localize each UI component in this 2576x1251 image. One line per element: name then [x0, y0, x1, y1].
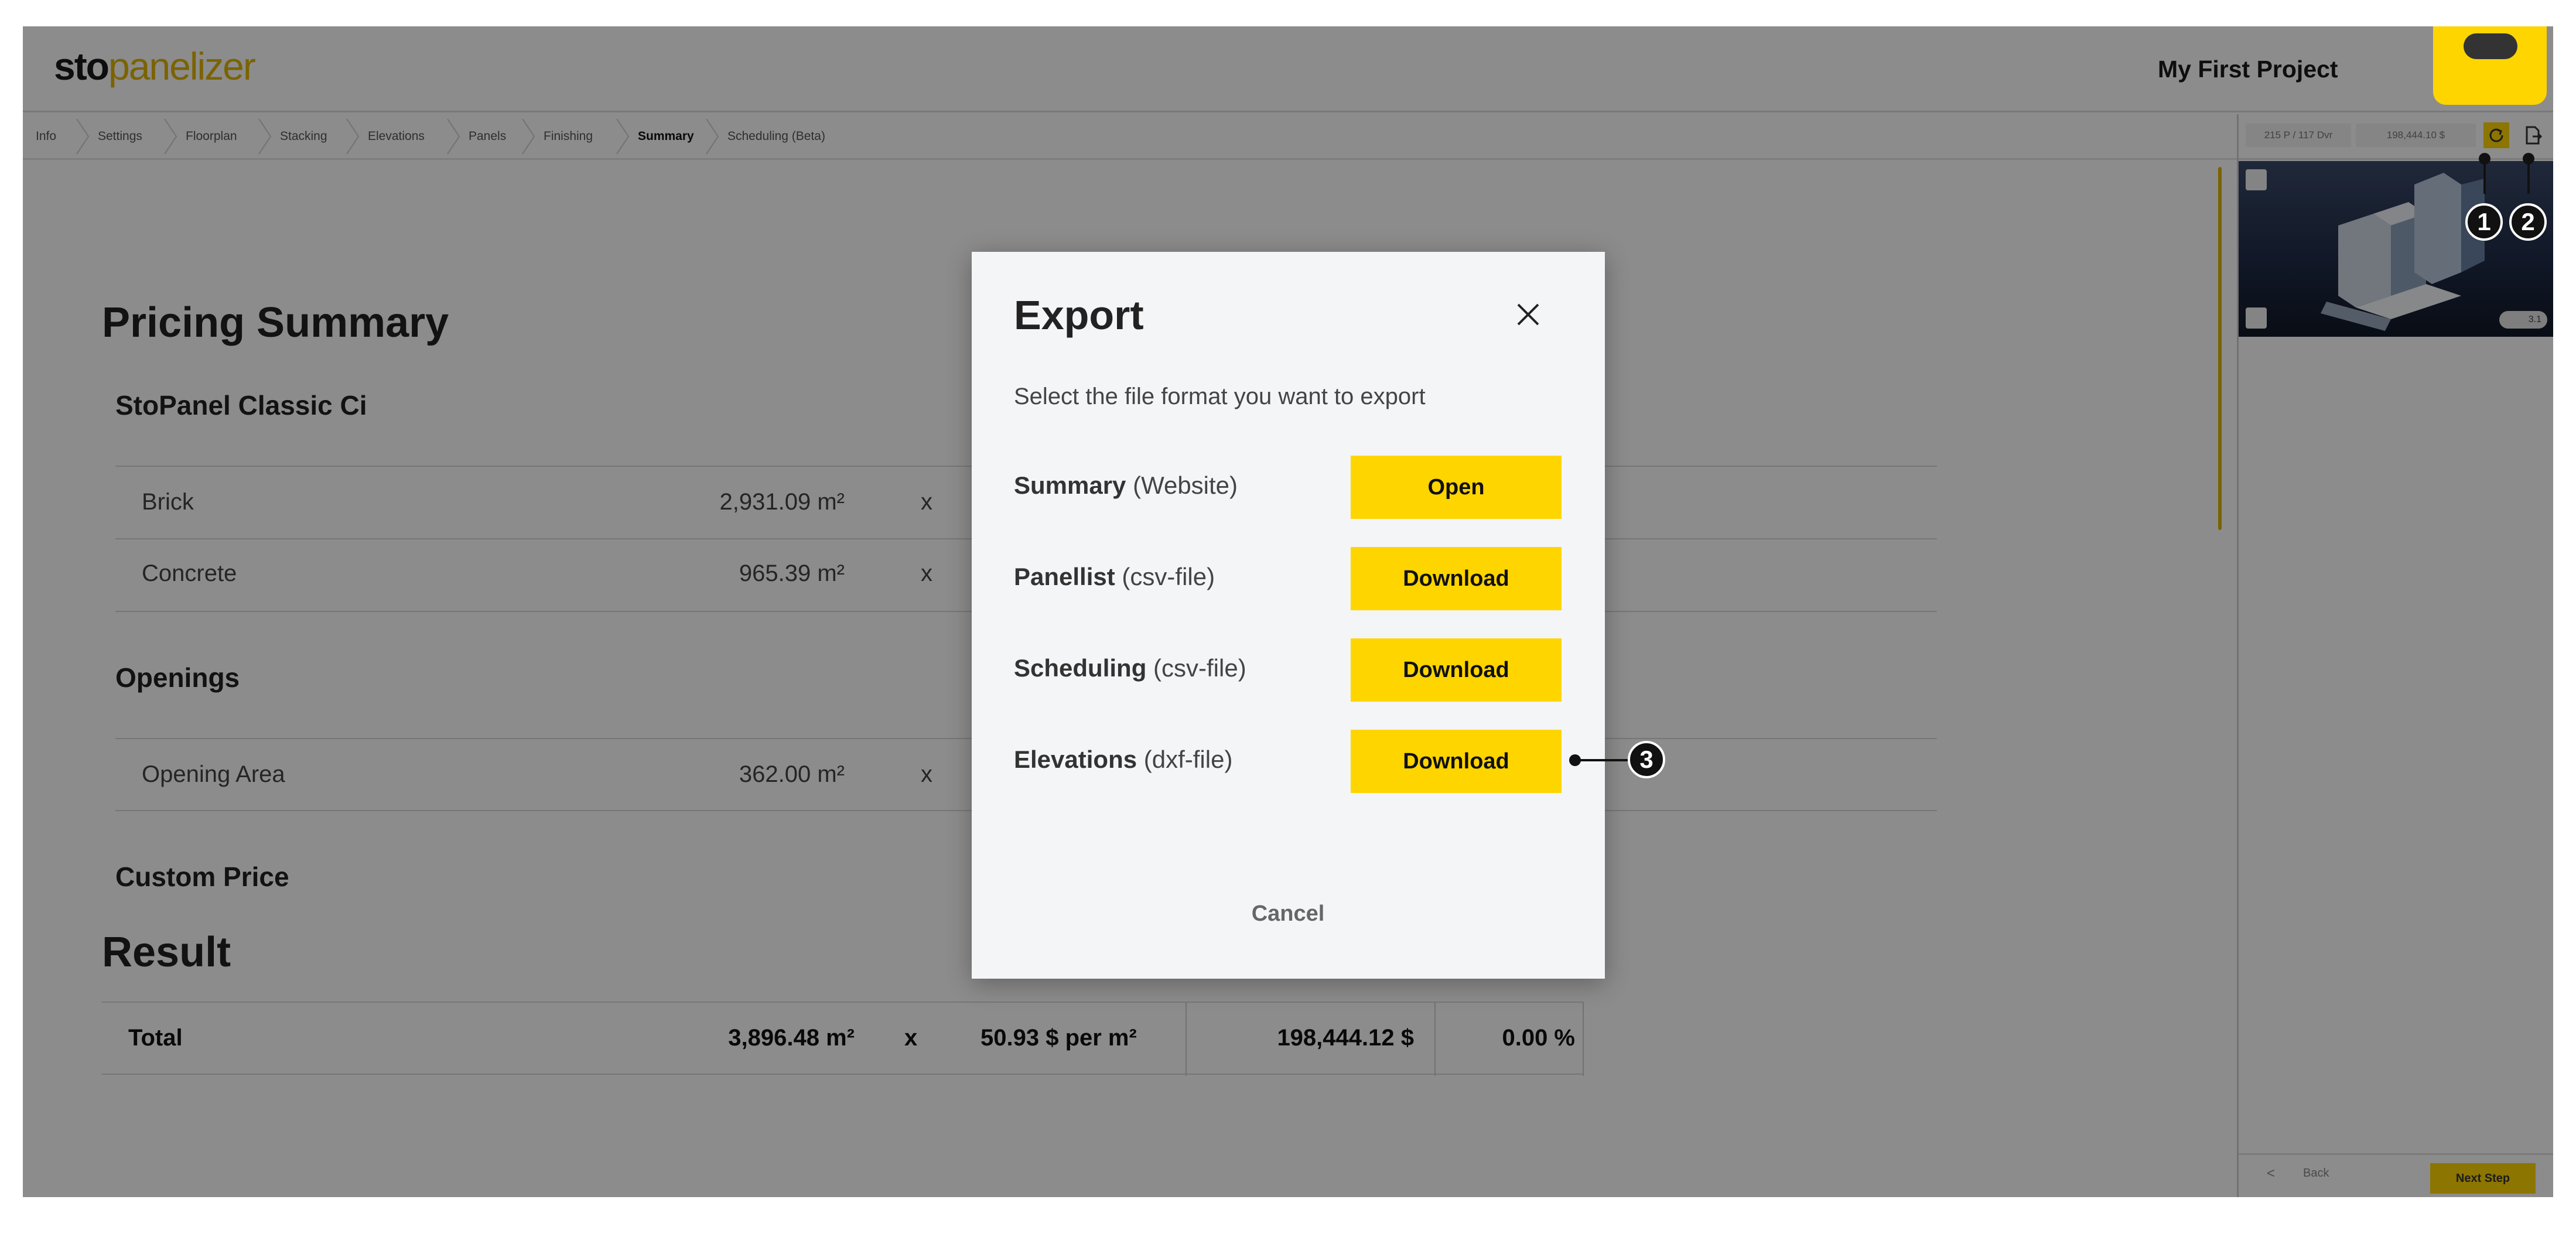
export-dialog: Export Select the file format you want t…	[972, 252, 1605, 979]
callout-line	[1575, 759, 1628, 761]
option-name: Scheduling	[1014, 654, 1147, 682]
option-panellist-label: Panellist (csv-file)	[1014, 563, 1215, 591]
option-scheduling-label: Scheduling (csv-file)	[1014, 654, 1246, 682]
callout-3: 3	[1628, 741, 1665, 778]
dialog-description: Select the file format you want to expor…	[1014, 384, 1426, 409]
callout-line	[2483, 159, 2486, 194]
download-panellist-button[interactable]: Download	[1351, 547, 1562, 610]
dialog-title: Export	[1014, 292, 1144, 338]
chat-button[interactable]	[2433, 26, 2547, 105]
callout-line	[2527, 159, 2530, 194]
option-elevations-label: Elevations (dxf-file)	[1014, 746, 1232, 774]
option-type: (Website)	[1133, 471, 1238, 499]
option-type: (csv-file)	[1122, 563, 1215, 590]
callout-1: 1	[2465, 203, 2503, 241]
chat-icon	[2464, 33, 2517, 59]
callout-2: 2	[2509, 203, 2547, 241]
cancel-button[interactable]: Cancel	[1229, 896, 1347, 931]
open-summary-button[interactable]: Open	[1351, 456, 1562, 519]
download-scheduling-button[interactable]: Download	[1351, 638, 1562, 702]
app-window: stopanelizer My First Project Info Settin…	[23, 26, 2553, 1197]
option-name: Elevations	[1014, 746, 1137, 773]
close-icon	[1517, 303, 1539, 326]
download-elevations-button[interactable]: Download	[1351, 730, 1562, 793]
option-type: (csv-file)	[1153, 654, 1246, 682]
option-type: (dxf-file)	[1143, 746, 1233, 773]
option-name: Summary	[1014, 471, 1126, 499]
option-name: Panellist	[1014, 563, 1115, 590]
option-summary-label: Summary (Website)	[1014, 471, 1238, 500]
close-button[interactable]	[1514, 300, 1543, 329]
